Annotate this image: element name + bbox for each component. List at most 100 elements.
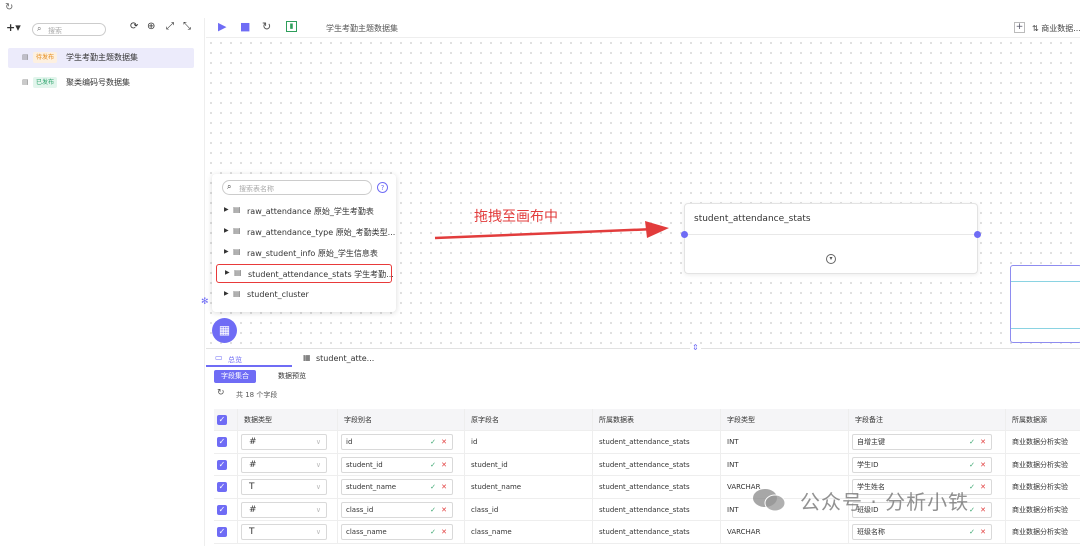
source-cell: 商业数据分析实验 (1012, 460, 1068, 469)
node-title: student_attendance_stats (694, 214, 811, 224)
dataset-icon: ▤ (22, 78, 29, 86)
tab-table[interactable]: ▦ student_atte... (294, 351, 394, 367)
panel-resize-icon[interactable]: ⇕ (690, 344, 701, 352)
check-icon[interactable]: ✓ (969, 458, 975, 472)
note-input[interactable]: 自增主键 ✓ ✕ (852, 434, 992, 450)
row-checkbox[interactable]: ✓ (217, 482, 227, 492)
resize-handle-icon[interactable]: ✻ (201, 298, 209, 307)
header-cell: 原字段名 (465, 409, 593, 430)
sidebar-item-attendance-dataset[interactable]: ▤ 待发布 学生考勤主题数据集 (8, 48, 194, 68)
add-icon[interactable]: +▾ (6, 22, 21, 33)
data-type-select[interactable]: # ∨ (241, 456, 327, 473)
header-cell: 所属数据表 (593, 409, 721, 430)
add-button[interactable]: + (1014, 22, 1025, 33)
check-icon[interactable]: ✓ (430, 480, 436, 494)
close-icon[interactable]: ✕ (441, 435, 447, 449)
dataset-selector[interactable]: ⇅ 商业数据... (1032, 23, 1080, 34)
select-all-checkbox[interactable]: ✓ (217, 415, 227, 425)
table-node-card[interactable]: student_attendance_stats ▾ (681, 203, 981, 274)
alias-input[interactable]: student_name ✓ ✕ (341, 479, 453, 495)
data-type-select[interactable]: T ∨ (241, 524, 327, 540)
select-value: T (249, 482, 255, 492)
close-icon[interactable]: ✕ (441, 458, 447, 472)
expand-circle-icon[interactable]: ▾ (826, 254, 836, 264)
check-icon[interactable]: ✓ (430, 503, 436, 517)
orig-name-cell: class_id (465, 498, 593, 520)
row-checkbox[interactable]: ✓ (217, 437, 227, 447)
alias-input[interactable]: class_id ✓ ✕ (341, 501, 453, 518)
alias-input[interactable]: id ✓ ✕ (341, 434, 453, 450)
table-name-cell: student_attendance_stats (593, 498, 721, 520)
table-search-input[interactable]: ⌕ 搜索表名称 (222, 180, 372, 195)
node-output-port[interactable] (974, 231, 981, 238)
refresh-icon[interactable]: ↻ (217, 389, 225, 398)
input-value: class_name (346, 528, 387, 536)
help-icon[interactable]: ? (377, 182, 388, 193)
table-item[interactable]: ▶ ▤ raw_attendance_type 原始_考勤类型... (216, 223, 395, 241)
table-list-button[interactable]: ▦ (212, 318, 237, 343)
table-item[interactable]: ▶ ▤ raw_attendance 原始_学生考勤表 (216, 202, 392, 220)
input-value: 学生ID (857, 460, 879, 469)
check-icon[interactable]: ✓ (430, 525, 436, 539)
chart-icon[interactable]: ▮ (286, 21, 297, 32)
check-icon[interactable]: ✓ (969, 435, 975, 449)
refresh-icon[interactable]: ↻ (5, 3, 13, 13)
caret-right-icon[interactable]: ▶ (224, 249, 229, 255)
chevron-down-icon: ∨ (315, 528, 321, 536)
drag-arrow-icon (434, 221, 669, 240)
alias-input[interactable]: class_name ✓ ✕ (341, 524, 453, 540)
data-type-select[interactable]: # ∨ (241, 501, 327, 518)
note-cell: 学生ID ✓ ✕ (849, 453, 1006, 475)
locate-icon[interactable]: ⊕ (147, 22, 155, 32)
table-row: ✓ T ∨ class_name ✓ ✕ class_name student_att… (214, 521, 1080, 544)
sidebar-item-cluster-dataset[interactable]: ▤ 已发布 聚类编码号数据集 (8, 73, 194, 93)
orig-name-cell: class_name (465, 521, 593, 543)
select-value: # (249, 459, 257, 470)
table-item-label: student_attendance_stats 学生考勤... (248, 270, 394, 279)
table-item[interactable]: ▶ ▤ student_cluster (216, 286, 392, 304)
check-icon[interactable]: ✓ (430, 458, 436, 472)
table-selector-panel: ⌕ 搜索表名称 ? ▶ ▤ raw_attendance 原始_学生考勤表 ▶ … (212, 174, 396, 312)
row-checkbox[interactable]: ✓ (217, 527, 227, 537)
refresh-icon[interactable]: ↻ (262, 21, 271, 32)
sidebar-search-input[interactable]: ⌕ 搜索 (32, 23, 106, 36)
close-icon[interactable]: ✕ (441, 503, 447, 517)
check-icon[interactable]: ✓ (969, 525, 975, 539)
data-type-select[interactable]: T ∨ (241, 479, 327, 495)
table-icon: ▤ (233, 289, 241, 298)
tab-overview[interactable]: ▭ 总览 (206, 351, 292, 367)
table-item-label: raw_attendance 原始_学生考勤表 (247, 207, 374, 216)
collapse-icon[interactable]: ⤡ (183, 22, 191, 32)
close-icon[interactable]: ✕ (980, 525, 986, 539)
caret-right-icon[interactable]: ▶ (224, 228, 229, 234)
alias-input[interactable]: student_id ✓ ✕ (341, 456, 453, 473)
table-item[interactable]: ▶ ▤ raw_student_info 原始_学生信息表 (216, 244, 392, 262)
note-input[interactable]: 学生ID ✓ ✕ (852, 456, 992, 473)
row-checkbox[interactable]: ✓ (217, 504, 227, 515)
row-checkbox[interactable]: ✓ (217, 459, 227, 470)
check-icon[interactable]: ✓ (430, 435, 436, 449)
input-value: id (346, 438, 353, 446)
close-icon[interactable]: ✕ (441, 525, 447, 539)
run-icon[interactable]: ▶ (218, 21, 226, 32)
caret-right-icon[interactable]: ▶ (225, 270, 230, 276)
data-type-select[interactable]: # ∨ (241, 434, 327, 450)
sync-icon[interactable]: ⟳ (130, 22, 138, 32)
close-icon[interactable]: ✕ (980, 435, 986, 449)
caret-right-icon[interactable]: ▶ (224, 291, 229, 297)
subtab-preview[interactable]: 数据预览 (278, 370, 306, 383)
node-input-port[interactable] (681, 231, 688, 238)
type-cell: # ∨ (238, 498, 338, 520)
chevron-down-icon: ∨ (315, 483, 321, 491)
expand-icon[interactable]: ⤢ (166, 22, 174, 32)
subtab-fields[interactable]: 字段集合 (214, 370, 256, 383)
note-input[interactable]: 班级名称 ✓ ✕ (852, 524, 992, 540)
close-icon[interactable]: ✕ (441, 480, 447, 494)
caret-right-icon[interactable]: ▶ (224, 207, 229, 213)
table-item-highlighted[interactable]: ▶ ▤ student_attendance_stats 学生考勤... (216, 264, 394, 283)
partial-node-card[interactable] (1010, 265, 1080, 343)
close-icon[interactable]: ✕ (980, 458, 986, 472)
table-item-label: student_cluster (247, 290, 309, 299)
header-cell: 数据类型 (238, 409, 338, 430)
save-icon[interactable]: ■ (240, 21, 250, 32)
